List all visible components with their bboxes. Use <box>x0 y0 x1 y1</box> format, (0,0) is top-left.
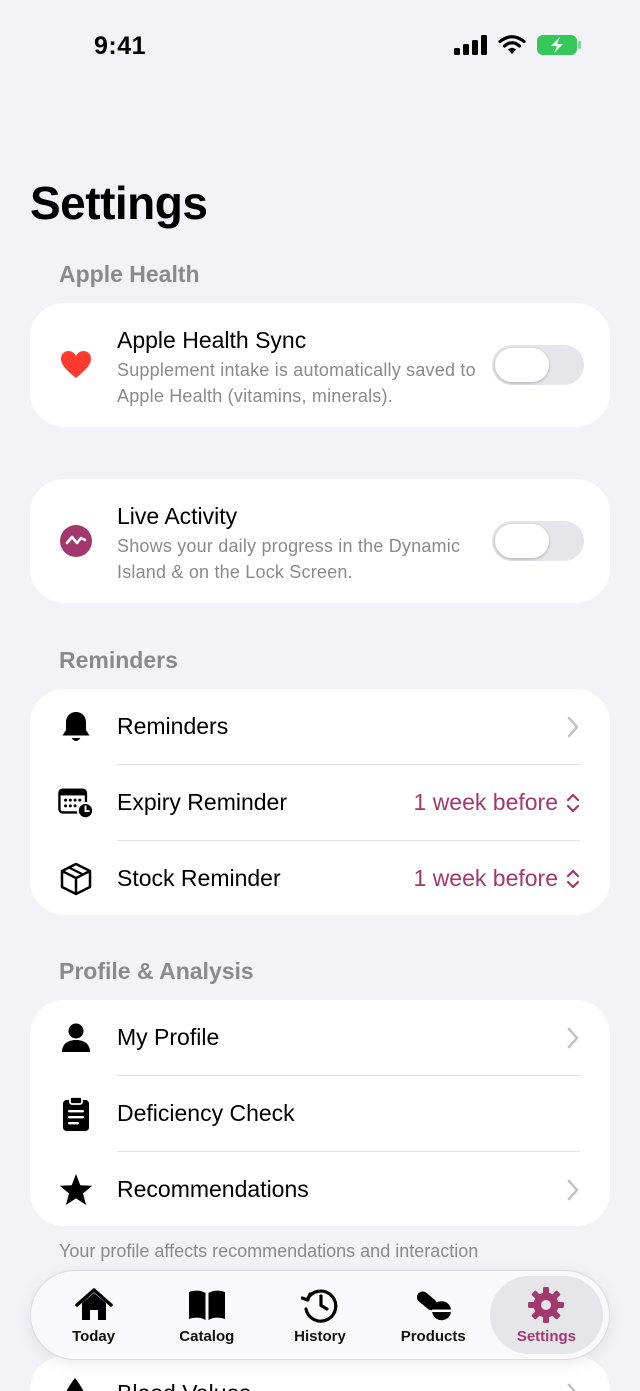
house-icon <box>74 1285 114 1325</box>
gear-icon <box>526 1285 566 1325</box>
recommendations-label: Recommendations <box>117 1176 309 1202</box>
history-icon <box>300 1285 340 1325</box>
expiry-reminder-label: Expiry Reminder <box>117 789 287 815</box>
apple-health-sync-row: Apple Health Sync Supplement intake is a… <box>30 303 610 427</box>
up-down-chevron-icon <box>566 869 580 888</box>
tab-label: History <box>294 1328 346 1345</box>
bell-icon <box>58 709 94 745</box>
tab-today[interactable]: Today <box>37 1276 150 1354</box>
expiry-reminder-value: 1 week before <box>413 789 558 815</box>
tab-bar: Today Catalog History Products Settings <box>30 1270 610 1360</box>
stock-reminder-value: 1 week before <box>413 865 558 891</box>
battery-charging-icon <box>537 35 581 55</box>
status-bar: 9:41 <box>0 0 640 96</box>
blood-values-label: Blood Values <box>117 1380 251 1391</box>
reminders-label: Reminders <box>117 713 229 739</box>
book-icon <box>187 1285 227 1325</box>
section-header-reminders: Reminders <box>59 647 178 673</box>
wifi-icon <box>498 35 526 54</box>
stock-reminder-row[interactable]: Stock Reminder 1 week before <box>30 841 610 915</box>
chevron-right-icon <box>567 716 579 738</box>
apple-health-sync-toggle[interactable] <box>492 345 584 385</box>
expiry-reminder-picker[interactable]: 1 week before <box>414 789 580 816</box>
deficiency-check-row[interactable]: Deficiency Check <box>30 1076 610 1152</box>
tab-products[interactable]: Products <box>377 1276 490 1354</box>
tab-settings[interactable]: Settings <box>489 1276 604 1354</box>
toggle-knob <box>495 524 549 558</box>
deficiency-check-label: Deficiency Check <box>117 1100 295 1126</box>
my-profile-label: My Profile <box>117 1024 220 1050</box>
profile-footer-note: Your profile affects recommendations and… <box>59 1238 559 1264</box>
live-activity-subtitle: Shows your daily progress in the Dynamic… <box>117 536 461 582</box>
drop-icon <box>66 1378 84 1391</box>
section-header-apple-health: Apple Health <box>59 261 200 287</box>
tab-label: Products <box>400 1328 466 1345</box>
tab-catalog[interactable]: Catalog <box>150 1276 263 1354</box>
clipboard-icon <box>58 1096 94 1132</box>
profile-footer-text: Your profile affects recommendations and… <box>59 1241 479 1261</box>
reminders-row[interactable]: Reminders <box>30 689 610 765</box>
stock-reminder-label: Stock Reminder <box>117 865 281 891</box>
pills-icon <box>413 1285 453 1325</box>
toggle-knob <box>495 348 549 382</box>
tab-label: Catalog <box>179 1328 235 1345</box>
status-icons <box>454 34 582 56</box>
heart-icon <box>61 351 91 378</box>
tab-label: Settings <box>516 1328 576 1345</box>
calendar-clock-icon <box>58 785 94 821</box>
live-activity-icon <box>60 525 92 557</box>
reminders-card: Reminders Expiry Reminder 1 week before <box>30 689 610 915</box>
cellular-signal-icon <box>454 35 487 55</box>
tab-history[interactable]: History <box>263 1276 376 1354</box>
stock-reminder-picker[interactable]: 1 week before <box>414 865 580 892</box>
live-activity-row: Live Activity Shows your daily progress … <box>30 479 610 603</box>
profile-card: My Profile Deficiency Check Recommendati… <box>30 1000 610 1226</box>
my-profile-row[interactable]: My Profile <box>30 1000 610 1076</box>
chevron-right-icon <box>567 1027 579 1049</box>
section-header-profile: Profile & Analysis <box>59 958 254 984</box>
box-icon <box>58 861 94 897</box>
apple-health-sync-subtitle: Supplement intake is automatically saved… <box>117 360 476 406</box>
star-icon <box>58 1172 94 1208</box>
page-title: Settings <box>30 177 208 229</box>
apple-health-sync-title: Apple Health Sync <box>117 327 307 353</box>
live-activity-title: Live Activity <box>117 503 238 529</box>
up-down-chevron-icon <box>566 793 580 812</box>
person-icon <box>58 1020 94 1056</box>
status-time: 9:41 <box>94 32 147 60</box>
apple-health-card: Apple Health Sync Supplement intake is a… <box>30 303 610 427</box>
tab-label: Today <box>72 1328 116 1345</box>
recommendations-row[interactable]: Recommendations <box>30 1152 610 1226</box>
live-activity-toggle[interactable] <box>492 521 584 561</box>
blood-values-row[interactable]: Blood Values <box>30 1356 610 1391</box>
chevron-right-icon <box>567 1179 579 1201</box>
live-activity-card: Live Activity Shows your daily progress … <box>30 479 610 603</box>
chevron-right-icon <box>567 1383 577 1391</box>
expiry-reminder-row[interactable]: Expiry Reminder 1 week before <box>30 765 610 841</box>
